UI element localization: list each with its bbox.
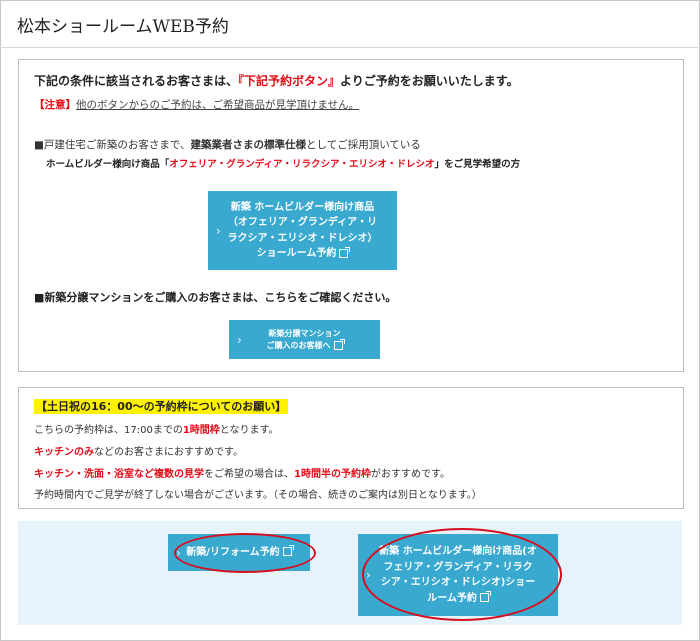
condition-line-1: ■戸建住宅ご新築のお客さまで、建築業者さまの標準仕様としてご採用頂いている <box>34 137 421 152</box>
cond1-suffix: としてご採用頂いている <box>306 139 421 151</box>
annotation-circle-reform <box>174 533 316 573</box>
cond1-prefix: ■戸建住宅ご新築のお客さまで、 <box>34 139 191 151</box>
chevron-right-icon: › <box>216 223 221 238</box>
weekend-line-1: こちらの予約枠は、17:00までの1時間枠となります。 <box>34 421 279 436</box>
w3-suffix: がおすすめです。 <box>370 469 450 480</box>
w3-red: キッチン・洗面・浴室など複数の見学 <box>34 469 204 480</box>
intro-prefix: 下記の条件に該当されるお客さまは、 <box>34 74 239 88</box>
warning-line: 【注意】他のボタンからのご予約は、ご希望商品が見学頂けません。 <box>34 97 359 112</box>
weekend-heading-text: 【土日祝の16：00～の予約枠についてのお願い】 <box>34 399 289 414</box>
cond2-products: オフェリア・グランディア・リラクシア・エリシオ・ドレシオ <box>169 159 435 170</box>
condo-button-line2: ご購入のお客様へ <box>266 338 345 352</box>
chevron-right-icon: › <box>237 332 242 347</box>
builder-button-line1: 新築 ホームビルダー様向け商品 <box>230 201 375 213</box>
cond2-prefix: ホームビルダー様向け商品「 <box>46 159 170 170</box>
condo-button-line1: 新築分譲マンション <box>268 328 341 338</box>
external-link-icon <box>339 246 351 258</box>
w2-suffix: などのお客さまにおすすめです。 <box>94 447 243 458</box>
w1-red: 1時間枠 <box>182 425 220 436</box>
w1-prefix: こちらの予約枠は、17:00までの <box>34 425 183 436</box>
condo-button-line2-text: ご購入のお客様へ <box>266 340 331 350</box>
weekend-line-2: キッチンのみなどのお客さまにおすすめです。 <box>34 443 243 458</box>
footer-reservation-area: › 新築/リフォーム予約 › 新築 ホームビルダー様向け商品(オ フェリア・グラ… <box>18 521 682 625</box>
warning-text: 他のボタンからのご予約は、ご希望商品が見学頂けません。 <box>76 99 360 111</box>
w3-red2: 1時間半の予約枠 <box>294 469 371 480</box>
reservation-conditions-panel: 下記の条件に該当されるお客さまは、『下記予約ボタン』よりご予約をお願いいたします… <box>18 59 684 372</box>
cond2-suffix: 」をご見学希望の方 <box>434 159 521 170</box>
page-title: 松本ショールームWEB予約 <box>17 17 229 37</box>
title-divider <box>0 47 698 48</box>
intro-text: 下記の条件に該当されるお客さまは、『下記予約ボタン』よりご予約をお願いいたします… <box>34 72 519 89</box>
weekend-heading: 【土日祝の16：00～の予約枠についてのお願い】 <box>34 398 289 414</box>
condo-button-label: 新築分譲マンション ご購入のお客様へ <box>266 328 345 352</box>
builder-button-line2: （オフェリア・グランディア・リ <box>227 217 378 228</box>
intro-suffix: よりご予約をお願いいたします。 <box>340 74 519 88</box>
warning-tag: 【注意】 <box>34 99 76 111</box>
weekend-line-4: 予約時間内でご見学が終了しない場合がございます。（その場合、続きのご案内は別日と… <box>34 490 482 501</box>
builder-button-label: 新築 ホームビルダー様向け商品 （オフェリア・グランディア・リ ラクシア・エリシ… <box>228 200 378 262</box>
w1-suffix: となります。 <box>219 425 279 436</box>
condo-text: ■新築分譲マンションをご購入のお客さまは、こちらをご確認ください。 <box>34 291 397 304</box>
builder-button-line4-text: ショールーム予約 <box>256 248 337 259</box>
w3-mid: をご希望の場合は、 <box>204 469 294 480</box>
builder-showroom-reserve-button[interactable]: › 新築 ホームビルダー様向け商品 （オフェリア・グランディア・リ ラクシア・エ… <box>208 191 397 270</box>
intro-highlight: 『下記予約ボタン』 <box>238 74 341 88</box>
condo-purchase-button[interactable]: › 新築分譲マンション ご購入のお客様へ <box>229 320 380 359</box>
cond1-bold: 建築業者さまの標準仕様 <box>190 139 307 151</box>
weekend-line-3: キッチン・洗面・浴室など複数の見学をご希望の場合は、1時間半の予約枠がおすすめで… <box>34 465 450 480</box>
w2-red: キッチンのみ <box>34 447 94 458</box>
builder-button-line4: ショールーム予約 <box>228 246 378 262</box>
condition-line-2: ホームビルダー様向け商品「オフェリア・グランディア・リラクシア・エリシオ・ドレシ… <box>46 156 520 170</box>
annotation-circle-builder <box>362 528 562 621</box>
builder-button-line3: ラクシア・エリシオ・ドレシオ） <box>227 232 378 244</box>
external-link-icon <box>333 338 345 350</box>
weekend-slot-panel: 【土日祝の16：00～の予約枠についてのお願い】 こちらの予約枠は、17:00ま… <box>18 387 684 509</box>
